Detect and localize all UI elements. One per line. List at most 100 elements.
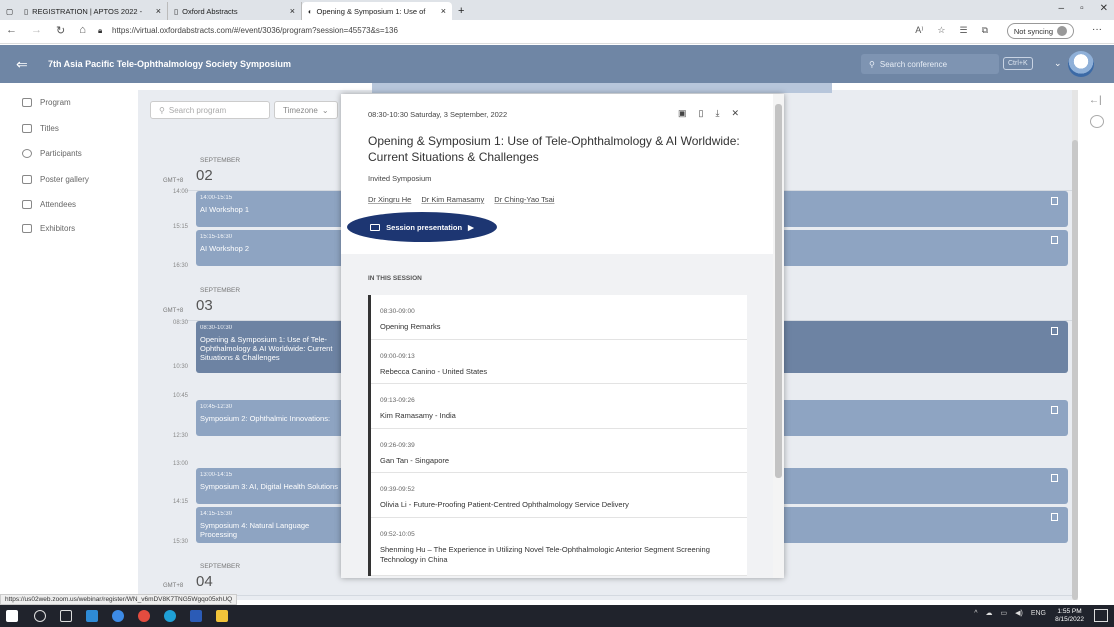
event-name: Symposium 3: AI, Digital Health Solution…: [200, 482, 338, 491]
url-field[interactable]: https://virtual.oxfordabstracts.com/#/ev…: [112, 26, 398, 35]
sidebar-item-participants[interactable]: Participants: [22, 149, 82, 158]
session-datetime: 08:30-10:30 Saturday, 3 September, 2022: [368, 110, 508, 119]
favorites-bar-icon[interactable]: ☰: [959, 25, 967, 36]
new-tab-button[interactable]: +: [452, 2, 470, 20]
sidebar-item-label: Poster gallery: [40, 175, 89, 184]
right-panel: [1078, 90, 1114, 600]
timezone-select[interactable]: Timezone ⌄: [274, 101, 338, 119]
speaker-link[interactable]: Dr Kim Ramasamy: [421, 195, 484, 204]
bookmark-icon[interactable]: [1051, 197, 1058, 205]
collapse-panel-icon[interactable]: ←|: [1089, 95, 1102, 106]
day-number: 03: [196, 297, 213, 314]
network-icon[interactable]: ▭: [1000, 609, 1007, 617]
shortcut-hint: Ctrl+K: [1003, 57, 1033, 70]
bookmark-icon[interactable]: [1051, 513, 1058, 521]
in-this-session-heading: IN THIS SESSION: [368, 275, 422, 282]
task-view-icon[interactable]: [60, 610, 72, 622]
bookmark-icon[interactable]: [1051, 327, 1058, 335]
time-label: 15:30: [172, 539, 188, 545]
windows-start-icon[interactable]: [6, 610, 18, 622]
onedrive-icon[interactable]: ☁: [985, 609, 992, 617]
bookmark-icon[interactable]: [1051, 406, 1058, 414]
tab-oxford[interactable]: ▯ Oxford Abstracts ×: [168, 2, 302, 20]
close-icon[interactable]: ✕: [731, 108, 739, 119]
tray-chevron-icon[interactable]: ^: [974, 610, 977, 617]
address-bar-actions: A⁾ ☆ ☰ ⧉: [915, 25, 988, 36]
download-icon[interactable]: ⤓: [715, 108, 719, 119]
chat-icon[interactable]: [1090, 115, 1104, 128]
header-banner-image: [372, 83, 832, 93]
sidebar-item-titles[interactable]: Titles: [22, 124, 59, 133]
restore-icon[interactable]: ▫: [1080, 3, 1084, 14]
day-month: SEPTEMBER: [200, 287, 241, 294]
time-label: 08:30: [172, 320, 188, 326]
search-icon[interactable]: [34, 610, 46, 622]
back-icon[interactable]: ←: [6, 24, 17, 37]
search-program-input[interactable]: ⚲ Search program: [150, 101, 270, 119]
list-item[interactable]: 09:39-09:52 Olivia Li - Future-Proofing P…: [371, 473, 747, 518]
notifications-icon[interactable]: [1094, 609, 1108, 622]
item-time: 09:00-09:13: [380, 352, 415, 360]
event-time: 10:45-12:30: [200, 404, 233, 410]
close-window-icon[interactable]: ✕: [1100, 3, 1108, 14]
forward-icon[interactable]: →: [31, 24, 42, 37]
word-icon[interactable]: [190, 610, 202, 622]
home-icon[interactable]: ⌂: [79, 24, 86, 37]
refresh-icon[interactable]: ↻: [56, 24, 65, 37]
collapse-menu-icon[interactable]: ⇐: [16, 56, 28, 73]
sidebar-item-label: Exhibitors: [40, 224, 76, 233]
close-icon[interactable]: ×: [441, 6, 446, 16]
sidebar-item-poster-gallery[interactable]: Poster gallery: [22, 175, 89, 184]
clock-time: 1:55 PM: [1057, 608, 1082, 615]
chevron-down-icon[interactable]: ⌄: [1054, 58, 1062, 69]
modal-scrollbar-thumb[interactable]: [775, 104, 782, 478]
bookmark-icon[interactable]: [1051, 474, 1058, 482]
list-item[interactable]: 09:26-09:39 Gan Tan - Singapore: [371, 429, 747, 473]
list-item[interactable]: 08:30-09:00 Opening Remarks: [371, 295, 747, 340]
oa-icon: ◐: [308, 6, 313, 16]
favorite-icon[interactable]: ☆: [937, 25, 945, 36]
sidebar-item-exhibitors[interactable]: Exhibitors: [22, 224, 75, 233]
calendar-icon[interactable]: ▣: [678, 108, 687, 119]
profile-button[interactable]: Not syncing: [1006, 23, 1074, 39]
ie-icon[interactable]: [112, 610, 124, 622]
speaker-link[interactable]: Dr Ching-Yao Tsai: [494, 195, 554, 204]
status-bar-url: https://us02web.zoom.us/webinar/register…: [0, 594, 238, 605]
window-menu-icon[interactable]: ▢: [0, 2, 18, 20]
close-icon[interactable]: ×: [290, 6, 295, 16]
list-item[interactable]: 09:00-09:13 Rebecca Canino - United State…: [371, 340, 747, 384]
clock[interactable]: 1:55 PM 8/15/2022: [1055, 608, 1084, 624]
more-icon[interactable]: ···: [1092, 24, 1102, 35]
minimize-icon[interactable]: –: [1059, 3, 1065, 14]
list-item[interactable]: 09:52-10:05 Shenming Hu – The Experience …: [371, 518, 747, 576]
search-icon: ⚲: [869, 59, 875, 69]
tab-opening-symposium[interactable]: ◐ Opening & Symposium 1: Use of ×: [302, 2, 452, 20]
sidebar-item-attendees[interactable]: Attendees: [22, 200, 76, 209]
session-presentation-button[interactable]: Session presentation ▶: [347, 212, 497, 242]
edge-icon[interactable]: [164, 610, 176, 622]
item-name: Kim Ramasamy - India: [380, 411, 456, 420]
language-indicator[interactable]: ENG: [1031, 610, 1046, 617]
outlook-icon[interactable]: [86, 610, 98, 622]
item-name: Shenming Hu – The Experience in Utilizin…: [380, 544, 710, 564]
volume-icon[interactable]: ◀): [1015, 609, 1023, 617]
event-name: Symposium 4: Natural Language Processing: [200, 521, 310, 539]
close-icon[interactable]: ×: [156, 6, 161, 16]
time-label: 14:15: [172, 499, 188, 505]
bookmark-icon[interactable]: ▯: [699, 108, 704, 119]
item-time: 08:30-09:00: [380, 308, 415, 315]
read-aloud-icon[interactable]: A⁾: [915, 25, 923, 36]
list-item[interactable]: 09:13-09:26 Kim Ramasamy - India: [371, 384, 747, 429]
speaker-link[interactable]: Dr Xingru He: [368, 195, 411, 204]
chrome-icon[interactable]: [138, 610, 150, 622]
time-label: 10:45: [172, 393, 188, 399]
item-name: Olivia Li - Future-Proofing Patient-Cent…: [380, 500, 629, 509]
tab-registration[interactable]: ▯ REGISTRATION | APTOS 2022 - ×: [18, 2, 168, 20]
sidebar-item-program[interactable]: Program: [22, 98, 71, 107]
collections-icon[interactable]: ⧉: [982, 25, 988, 36]
search-conference-input[interactable]: ⚲ Search conference: [861, 54, 999, 74]
id-card-icon: [22, 200, 32, 209]
aptos-logo[interactable]: [1068, 51, 1094, 77]
bookmark-icon[interactable]: [1051, 236, 1058, 244]
file-explorer-icon[interactable]: [216, 610, 228, 622]
